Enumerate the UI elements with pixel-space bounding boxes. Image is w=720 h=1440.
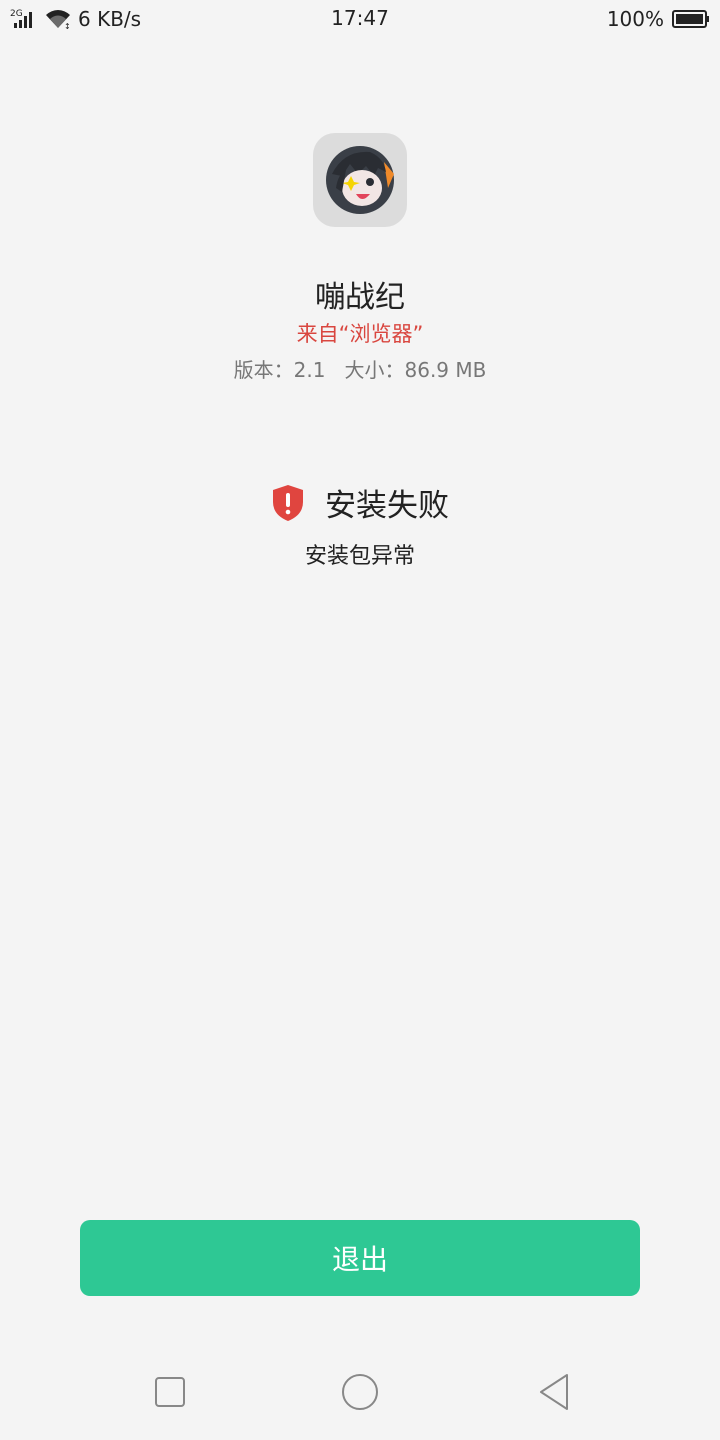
navigation-bar: [0, 1350, 720, 1440]
app-name: 嘣战纪: [315, 280, 405, 315]
app-size: 大小：86.9 MB: [344, 358, 487, 382]
status-bar: 2G ↕ 6 KB/s 17:47 100%: [0, 0, 720, 38]
install-result: 安装失败: [0, 480, 720, 525]
app-icon: [326, 146, 394, 214]
recents-button[interactable]: [148, 1370, 192, 1414]
error-shield-icon: [273, 484, 303, 521]
back-icon: [540, 1374, 568, 1410]
app-meta: 版本：2.1 大小：86.9 MB: [0, 354, 720, 383]
recents-icon: [155, 1377, 185, 1407]
home-icon: [342, 1374, 378, 1410]
app-version: 版本：2.1: [233, 358, 326, 382]
exit-button[interactable]: 退出: [80, 1220, 640, 1296]
result-title: 安装失败: [325, 488, 449, 524]
app-source: 来自“浏览器”: [296, 322, 424, 346]
result-detail: 安装包异常: [304, 544, 415, 569]
battery-percent: 100%: [606, 7, 664, 31]
status-right: 100%: [607, 6, 710, 32]
battery-icon: [672, 10, 709, 28]
app-install-screen: 2G ↕ 6 KB/s 17:47 100% 嘣战纪 来自“浏览器” 版本：2.…: [0, 0, 720, 1440]
app-icon-frame: [313, 133, 407, 227]
back-button[interactable]: [532, 1370, 576, 1414]
home-button[interactable]: [338, 1370, 382, 1414]
